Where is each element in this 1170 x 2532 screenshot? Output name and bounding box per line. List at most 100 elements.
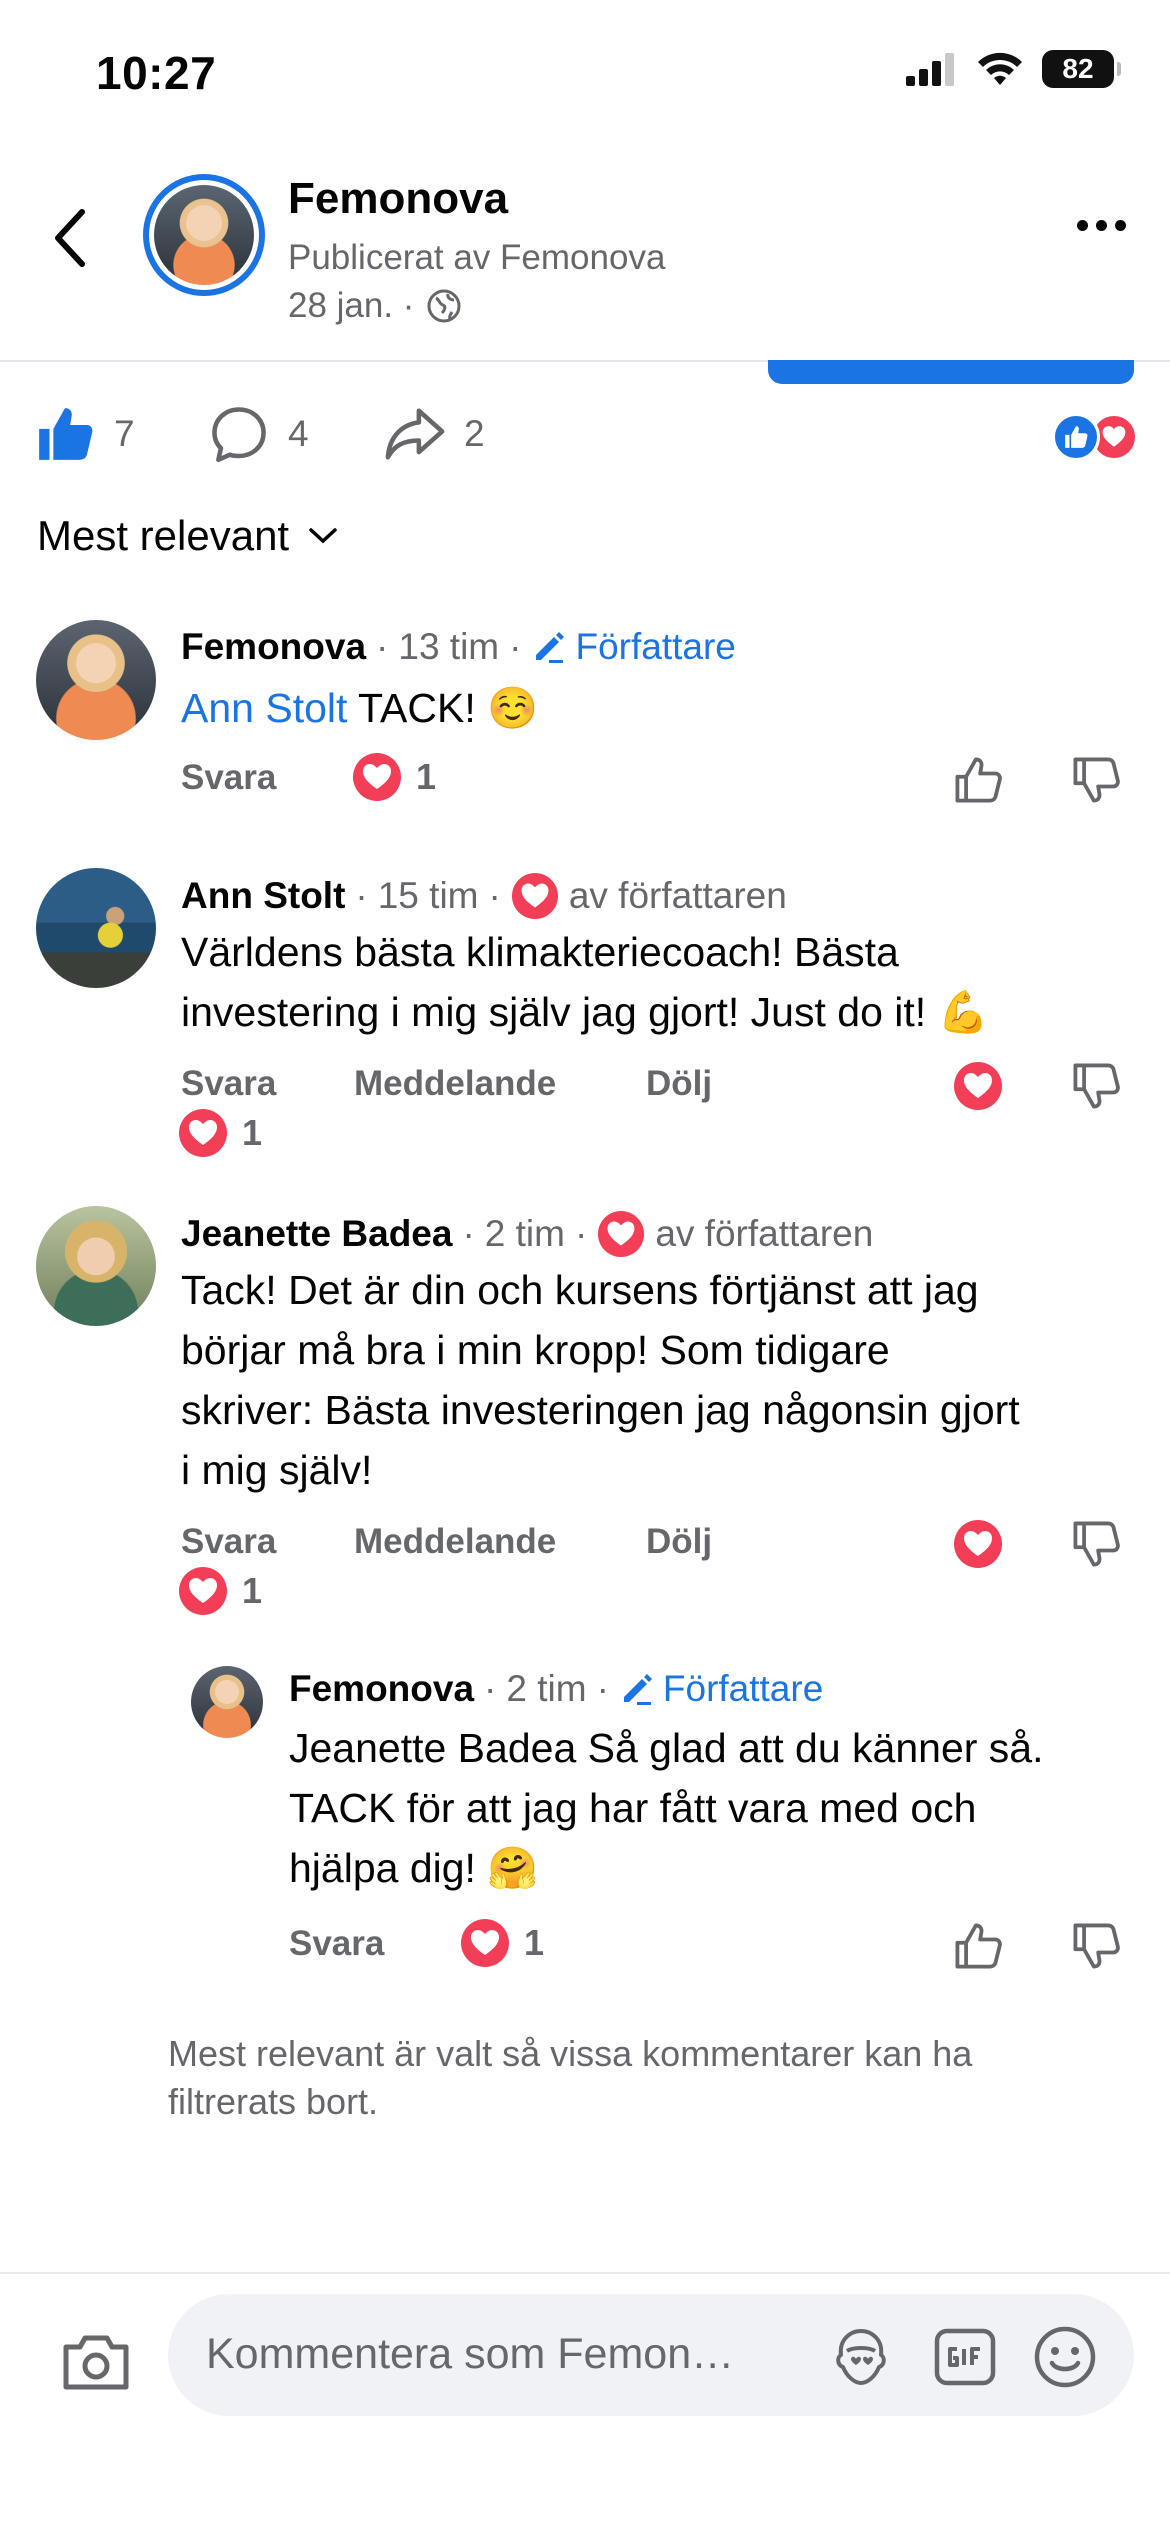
- thumbs-down-outline-icon: [1073, 1923, 1120, 1969]
- avatar-sticker-button[interactable]: [828, 2324, 894, 2390]
- share-icon: [385, 408, 445, 460]
- comment-placeholder: Kommentera som Femon…: [206, 2330, 735, 2378]
- commenter-name[interactable]: Femonova: [289, 1668, 474, 1710]
- downvote-button[interactable]: [1066, 1056, 1126, 1116]
- chevron-left-icon: [55, 209, 85, 267]
- page-avatar[interactable]: [143, 174, 265, 296]
- reaction-count[interactable]: 1: [178, 1566, 262, 1616]
- commenter-avatar[interactable]: [191, 1666, 263, 1738]
- commenter-name[interactable]: Jeanette Badea: [181, 1213, 452, 1255]
- heart-reaction-icon: [179, 1567, 227, 1615]
- comment-line: hjälpa dig! 🤗: [289, 1845, 539, 1891]
- battery-icon: 82: [1042, 50, 1121, 88]
- heart-reaction-icon: [461, 1919, 509, 1967]
- emoji-button[interactable]: [1032, 2324, 1098, 2390]
- comment-composer: Kommentera som Femon…: [0, 2272, 1170, 2532]
- author-reaction-badge: av författaren: [597, 1210, 873, 1258]
- comment-header: Ann Stolt · 15 tim · av författaren: [181, 872, 787, 920]
- thumbs-down-outline-icon: [1073, 1521, 1120, 1567]
- upvote-button[interactable]: [948, 1916, 1008, 1976]
- love-button[interactable]: [948, 1514, 1008, 1574]
- globe-icon: [427, 289, 461, 323]
- heart-reaction-icon: [598, 1210, 645, 1258]
- more-options-button[interactable]: [1077, 220, 1126, 231]
- commenter-avatar[interactable]: [36, 868, 156, 988]
- gif-button[interactable]: [932, 2324, 998, 2390]
- comment-line: Jeanette Badea Så glad att du känner så.: [289, 1725, 1044, 1771]
- heart-reaction-icon: [511, 872, 558, 920]
- reaction-count[interactable]: 1: [178, 1108, 262, 1158]
- hide-button[interactable]: Dölj: [646, 1064, 712, 1104]
- heart-count: 1: [242, 1112, 263, 1153]
- upvote-button[interactable]: [948, 750, 1008, 810]
- reaction-count[interactable]: 1: [352, 752, 436, 802]
- comment-time: 15 tim: [377, 875, 479, 916]
- thumbs-up-filled-icon: [39, 408, 93, 460]
- camera-button[interactable]: [56, 2322, 136, 2402]
- downvote-button[interactable]: [1066, 1916, 1126, 1976]
- wifi-icon: [978, 52, 1022, 85]
- pencil-icon: [536, 632, 565, 663]
- author-badge-label: Författare: [575, 626, 736, 667]
- mention-link[interactable]: Ann Stolt: [181, 685, 347, 731]
- comment-time: 2 tim: [484, 1213, 565, 1254]
- like-reaction-icon: [1052, 413, 1100, 461]
- chevron-down-icon: [309, 528, 337, 544]
- commenter-name[interactable]: Ann Stolt: [181, 875, 345, 917]
- back-button[interactable]: [44, 202, 96, 274]
- heart-reaction-icon: [954, 1062, 1002, 1110]
- sort-dropdown[interactable]: Mest relevant: [37, 512, 339, 560]
- downvote-button[interactable]: [1066, 750, 1126, 810]
- heart-reaction-icon: [954, 1520, 1002, 1568]
- comment-line: TACK för att jag har fått vara med och: [289, 1785, 977, 1831]
- comment-text: Världens bästa klimakteriecoach! Bästa i…: [181, 922, 1141, 1042]
- comment-count: 4: [288, 413, 309, 454]
- comment-header: Jeanette Badea · 2 tim · av författaren: [181, 1210, 873, 1258]
- sort-label: Mest relevant: [37, 512, 290, 559]
- downvote-button[interactable]: [1066, 1514, 1126, 1574]
- status-icons: 82: [906, 50, 1121, 88]
- post-date-text: 28 jan. ·: [288, 286, 415, 325]
- comment-time: 13 tim: [398, 626, 500, 667]
- comment-input[interactable]: Kommentera som Femon…: [168, 2294, 1134, 2416]
- comment-line: skriver: Bästa investeringen jag någonsi…: [181, 1387, 1020, 1433]
- comment-text: Jeanette Badea Så glad att du känner så.…: [289, 1718, 1149, 1898]
- comment-text: Ann Stolt TACK! ☺️: [181, 678, 538, 738]
- avatar-sticker-icon: [836, 2329, 886, 2385]
- like-button[interactable]: 7: [34, 403, 135, 465]
- love-button[interactable]: [948, 1056, 1008, 1116]
- commenter-avatar[interactable]: [36, 1206, 156, 1326]
- message-button[interactable]: Meddelande: [354, 1064, 556, 1104]
- pencil-icon: [623, 1674, 652, 1705]
- comment-button[interactable]: 4: [208, 403, 309, 465]
- author-badge: Författare: [619, 1668, 823, 1710]
- smiley-icon: [1034, 2326, 1096, 2388]
- thumbs-up-outline-icon: [955, 757, 1002, 803]
- published-by: Publicerat av Femonova: [288, 238, 666, 277]
- author-reaction-badge: av författaren: [511, 872, 787, 920]
- blue-bar-edge: [768, 360, 1134, 384]
- status-bar: 10:27 82: [0, 0, 1170, 150]
- page-name[interactable]: Femonova: [288, 174, 508, 224]
- reply-button[interactable]: Svara: [181, 1064, 276, 1104]
- heart-count: 1: [416, 756, 437, 797]
- comment-line: i mig själv!: [181, 1447, 373, 1493]
- commenter-name[interactable]: Femonova: [181, 626, 366, 668]
- reaction-count[interactable]: 1: [460, 1918, 544, 1968]
- comment-line: investering i mig själv jag gjort! Just …: [181, 989, 989, 1035]
- reply-button[interactable]: Svara: [181, 1522, 276, 1562]
- share-button[interactable]: 2: [384, 403, 485, 465]
- thumbs-up-outline-icon: [955, 1923, 1002, 1969]
- reply-button[interactable]: Svara: [181, 758, 276, 798]
- commenter-avatar[interactable]: [36, 620, 156, 740]
- engagement-bar: 7 4 2: [0, 395, 1170, 475]
- reply-button[interactable]: Svara: [289, 1924, 384, 1964]
- hide-button[interactable]: Dölj: [646, 1522, 712, 1562]
- message-button[interactable]: Meddelande: [354, 1522, 556, 1562]
- reaction-summary[interactable]: [1052, 413, 1138, 461]
- status-time: 10:27: [96, 47, 217, 99]
- comment-time: 2 tim: [506, 1668, 587, 1709]
- gif-icon: [934, 2328, 996, 2386]
- author-badge-label: Författare: [662, 1668, 824, 1709]
- heart-reaction-icon: [353, 753, 401, 801]
